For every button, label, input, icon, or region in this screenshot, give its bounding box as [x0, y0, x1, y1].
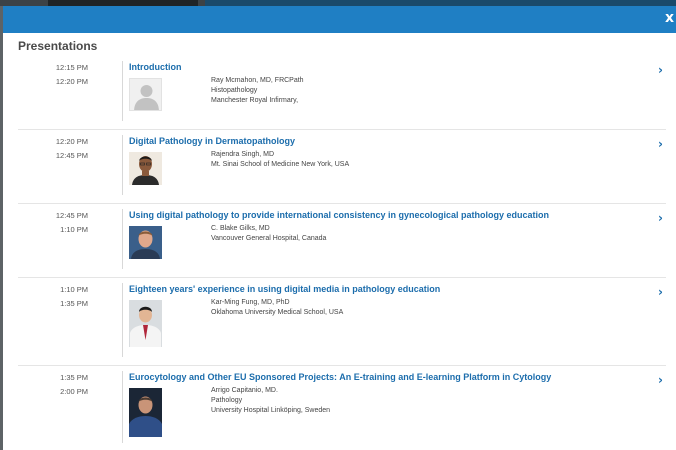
time-range: 1:35 PM 2:00 PM — [18, 371, 88, 399]
speaker-info: Kar-Ming Fung, MD, PhD Oklahoma Universi… — [211, 298, 343, 318]
presentation-row[interactable]: 12:45 PM 1:10 PM Using digital pathology… — [18, 204, 666, 278]
chevron-right-icon[interactable]: › — [658, 63, 663, 77]
speaker-photo — [129, 226, 162, 259]
start-time: 1:35 PM — [60, 373, 88, 382]
start-time: 12:20 PM — [55, 137, 88, 146]
presentation-title[interactable]: Digital Pathology in Dermatopathology — [129, 136, 295, 146]
presentation-row[interactable]: 1:10 PM 1:35 PM Eighteen years' experien… — [18, 278, 666, 366]
presentation-row[interactable]: 12:20 PM 12:45 PM Digital Pathology in D… — [18, 130, 666, 204]
end-time: 2:00 PM — [60, 387, 88, 396]
time-range: 12:20 PM 12:45 PM — [18, 135, 88, 163]
speaker-name: Ray Mcmahon, MD, FRCPath — [211, 77, 304, 84]
start-time: 12:45 PM — [55, 211, 88, 220]
speaker-institution: University Hospital Linköping, Sweden — [211, 407, 331, 414]
speaker-photo — [129, 300, 162, 347]
end-time: 1:10 PM — [60, 225, 88, 234]
time-divider — [122, 209, 123, 269]
speaker-info: Rajendra Singh, MD Mt. Sinai School of M… — [211, 150, 349, 170]
presentation-title[interactable]: Using digital pathology to provide inter… — [129, 210, 549, 220]
chevron-right-icon[interactable]: › — [658, 211, 663, 225]
chevron-right-icon[interactable]: › — [658, 285, 663, 299]
end-time: 12:20 PM — [55, 77, 88, 86]
time-divider — [122, 283, 123, 357]
modal-header: x — [3, 6, 676, 33]
time-divider — [122, 135, 123, 195]
close-icon[interactable]: x — [665, 11, 674, 25]
time-divider — [122, 371, 123, 443]
time-divider — [122, 61, 123, 121]
start-time: 1:10 PM — [60, 285, 88, 294]
presentation-title[interactable]: Introduction — [129, 62, 182, 72]
presentation-title[interactable]: Eurocytology and Other EU Sponsored Proj… — [129, 372, 551, 382]
chevron-right-icon[interactable]: › — [658, 137, 663, 151]
presentation-row[interactable]: 12:15 PM 12:20 PM Introduction Ray Mcmah… — [18, 56, 666, 130]
placeholder-avatar — [129, 78, 162, 111]
presentation-row[interactable]: 1:35 PM 2:00 PM Eurocytology and Other E… — [18, 366, 666, 450]
presentation-list: 12:15 PM 12:20 PM Introduction Ray Mcmah… — [3, 56, 671, 450]
end-time: 12:45 PM — [55, 151, 88, 160]
speaker-name: C. Blake Gilks, MD — [211, 225, 270, 232]
speaker-institution: Mt. Sinai School of Medicine New York, U… — [211, 161, 350, 168]
speaker-photo — [129, 152, 162, 185]
start-time: 12:15 PM — [55, 63, 88, 72]
presentation-title[interactable]: Eighteen years' experience in using digi… — [129, 284, 440, 294]
speaker-department: Pathology — [211, 397, 243, 404]
speaker-photo — [129, 388, 162, 437]
presentations-modal: x Presentations 12:15 PM 12:20 PM Introd… — [3, 6, 676, 450]
speaker-info: Arrigo Capitanio, MD. Pathology Universi… — [211, 386, 330, 416]
time-range: 12:15 PM 12:20 PM — [18, 61, 88, 89]
speaker-info: Ray Mcmahon, MD, FRCPath Histopathology … — [211, 76, 304, 106]
section-title: Presentations — [18, 39, 98, 53]
speaker-name: Rajendra Singh, MD — [211, 151, 275, 158]
speaker-institution: Vancouver General Hospital, Canada — [211, 235, 327, 242]
time-range: 12:45 PM 1:10 PM — [18, 209, 88, 237]
end-time: 1:35 PM — [60, 299, 88, 308]
speaker-department: Histopathology — [211, 87, 258, 94]
speaker-info: C. Blake Gilks, MD Vancouver General Hos… — [211, 224, 326, 244]
chevron-right-icon[interactable]: › — [658, 373, 663, 387]
speaker-institution: Oklahoma University Medical School, USA — [211, 309, 344, 316]
speaker-name: Kar-Ming Fung, MD, PhD — [211, 299, 290, 306]
speaker-institution: Manchester Royal Infirmary, — [211, 97, 299, 104]
speaker-name: Arrigo Capitanio, MD. — [211, 387, 278, 394]
time-range: 1:10 PM 1:35 PM — [18, 283, 88, 311]
